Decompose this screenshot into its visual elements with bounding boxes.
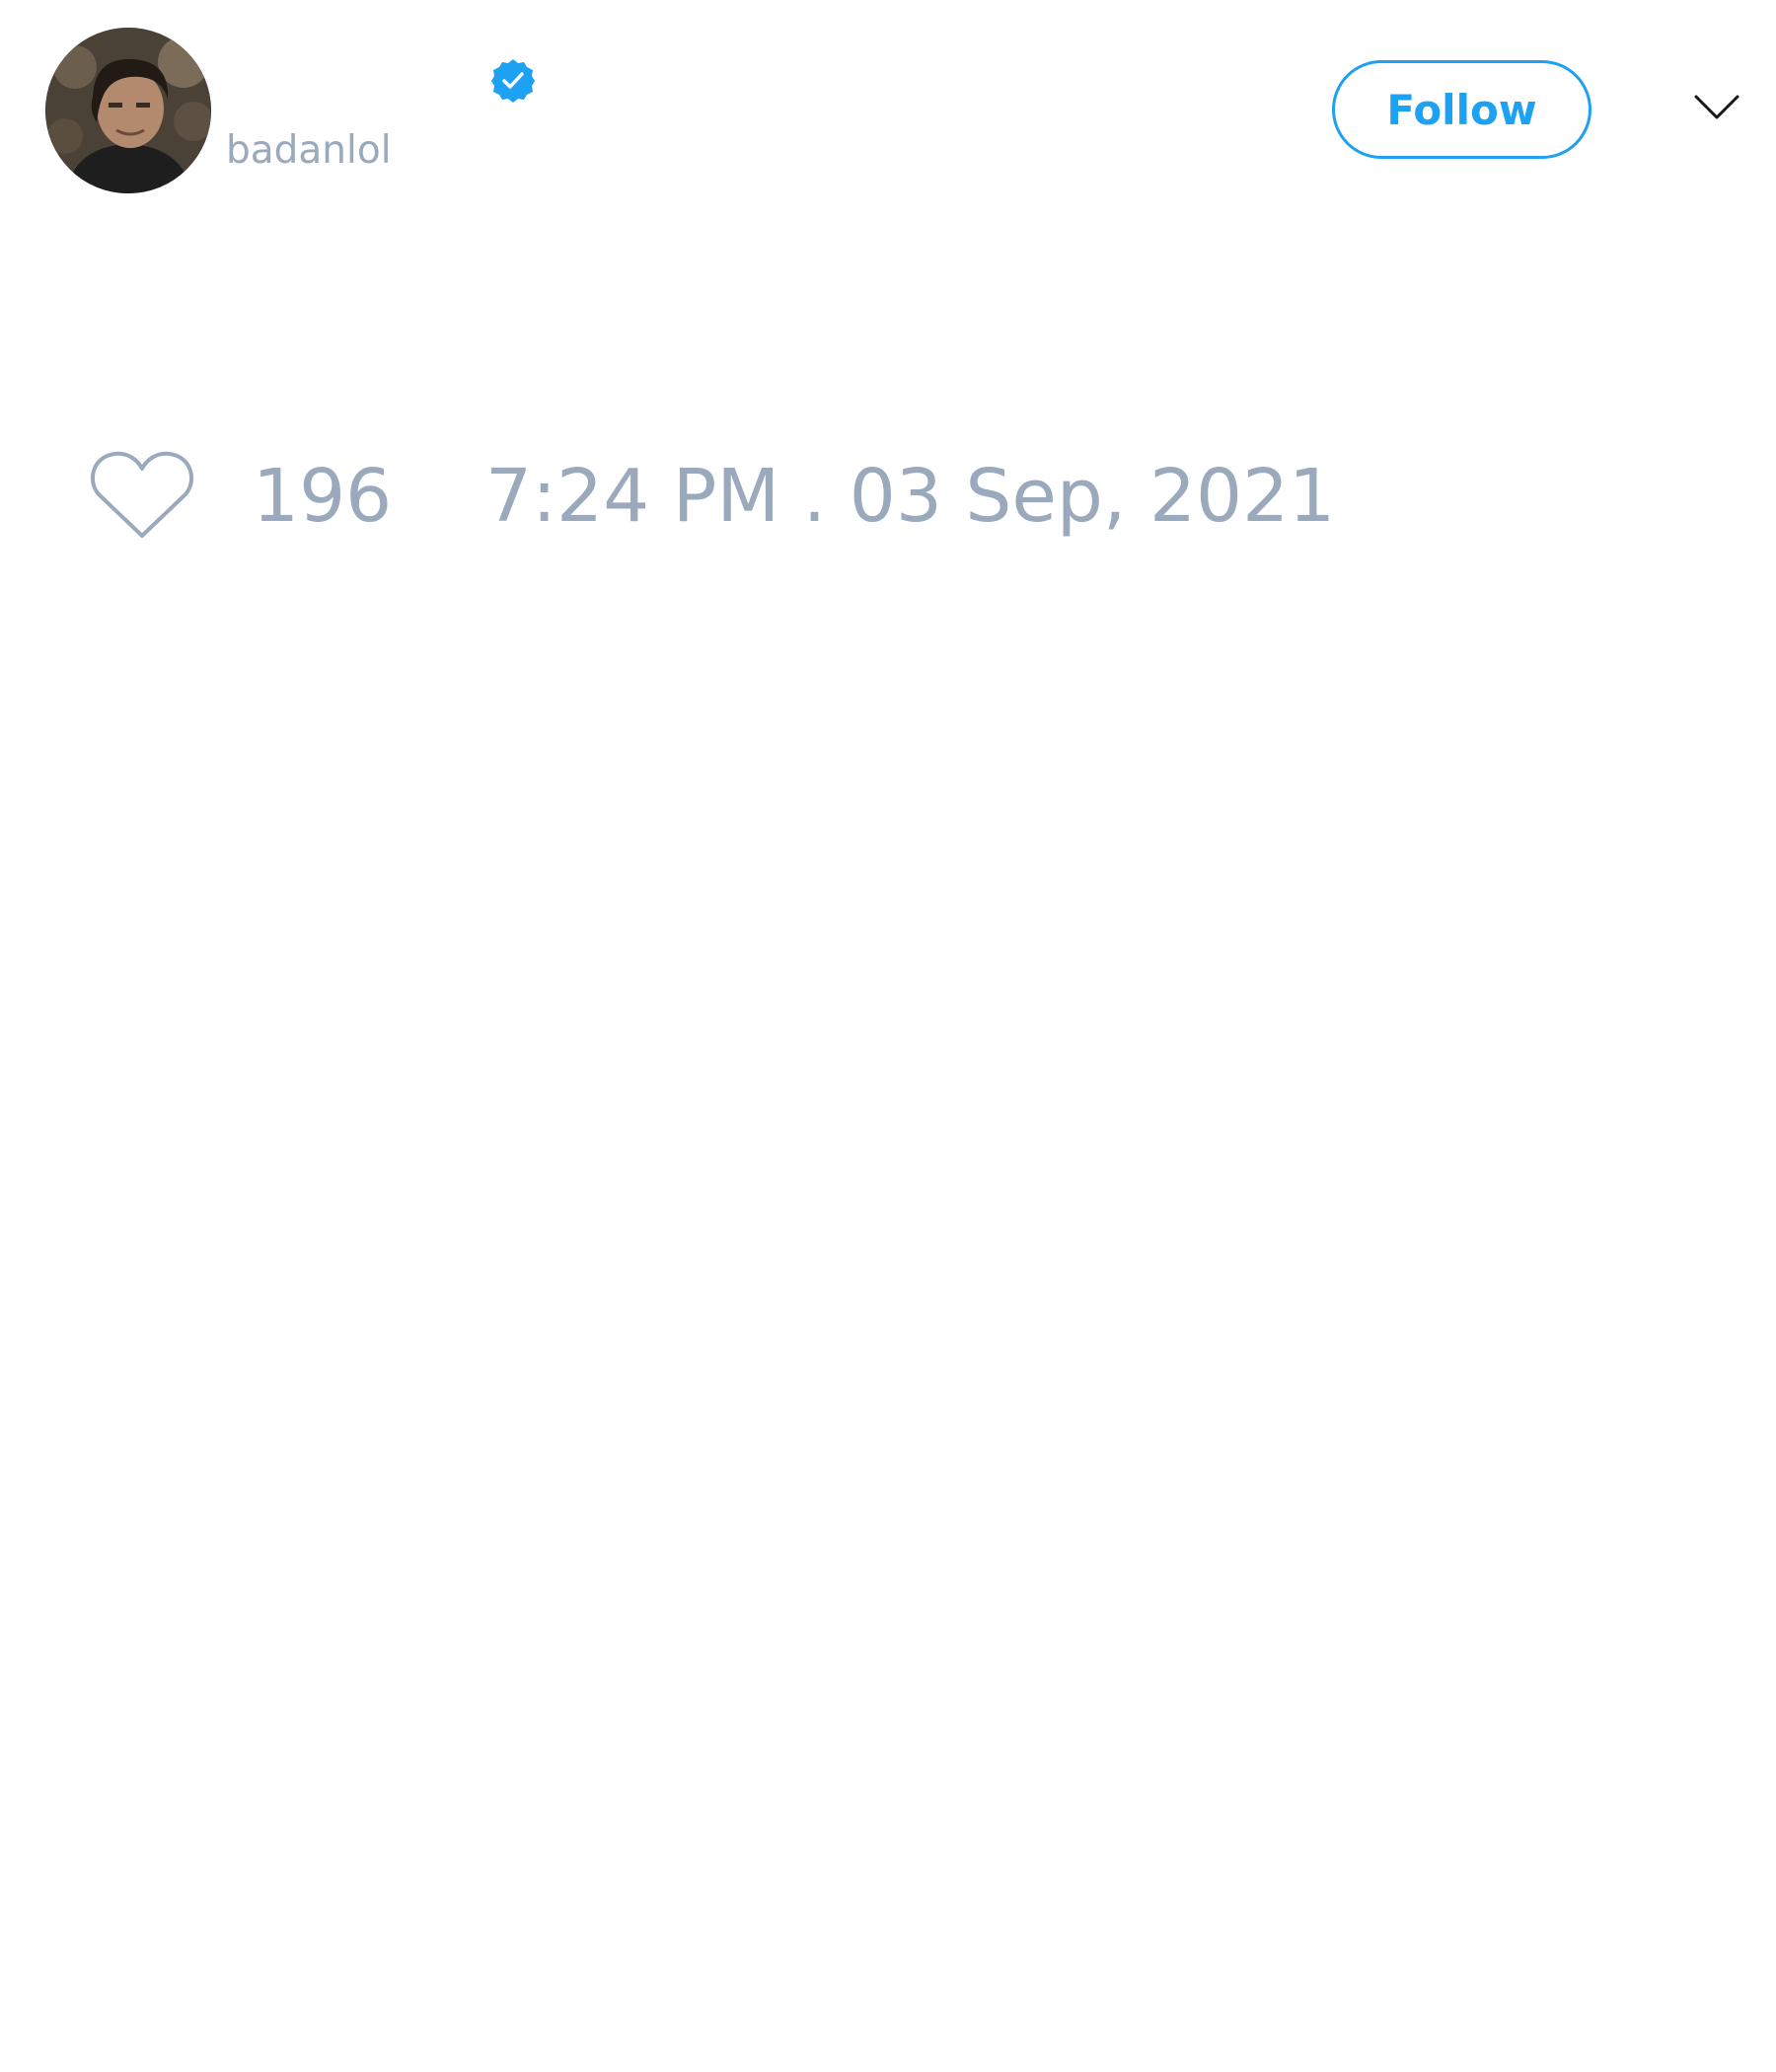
like-count: 196 (253, 454, 393, 539)
author-handle[interactable]: badanlol (226, 126, 392, 176)
heart-icon[interactable] (89, 449, 195, 544)
tweet-timestamp[interactable]: 7:24 PM . 03 Sep, 2021 (485, 452, 1335, 541)
avatar[interactable] (45, 28, 211, 193)
tweet-header: badanlol Follow (0, 0, 1776, 227)
follow-button[interactable]: Follow (1332, 60, 1591, 159)
verified-badge-icon (491, 59, 535, 103)
chevron-down-icon[interactable] (1693, 93, 1740, 122)
avatar-photo (45, 28, 211, 193)
tweet-footer: 196 7:24 PM . 03 Sep, 2021 (0, 434, 1776, 562)
